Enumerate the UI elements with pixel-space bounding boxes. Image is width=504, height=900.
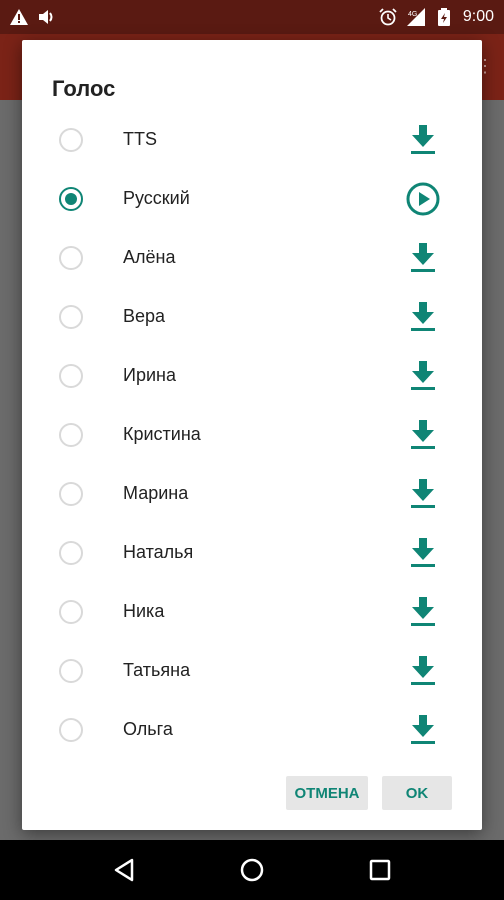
svg-text:4G: 4G — [408, 11, 417, 18]
voice-label: Марина — [123, 483, 189, 503]
radio-button[interactable] — [59, 363, 83, 388]
radio-button[interactable] — [59, 245, 83, 270]
voice-label: Татьяна — [123, 660, 191, 680]
voice-row-kristina[interactable]: Кристина — [22, 405, 482, 464]
radio-button[interactable] — [59, 422, 83, 447]
download-icon[interactable] — [405, 653, 441, 689]
battery-icon — [435, 8, 453, 26]
recents-icon[interactable] — [360, 850, 400, 890]
status-time: 9:00 — [462, 8, 494, 25]
download-icon[interactable] — [405, 712, 441, 748]
radio-button[interactable] — [59, 717, 83, 742]
voice-label: TTS — [123, 129, 157, 149]
download-icon[interactable] — [405, 358, 441, 394]
radio-button[interactable] — [59, 658, 83, 683]
voice-label: Русский — [123, 188, 190, 208]
download-icon[interactable] — [405, 417, 441, 453]
voice-row-olga[interactable]: Ольга — [22, 700, 482, 759]
navigation-bar — [0, 840, 504, 900]
radio-button[interactable] — [59, 540, 83, 565]
radio-button[interactable] — [59, 304, 83, 329]
voice-label: Вера — [123, 306, 166, 326]
voice-label: Алёна — [123, 247, 176, 267]
warning-icon — [10, 8, 28, 26]
voice-row-alena[interactable]: Алёна — [22, 228, 482, 287]
download-icon[interactable] — [405, 535, 441, 571]
voice-row-irina[interactable]: Ирина — [22, 346, 482, 405]
voice-label: Наталья — [123, 542, 194, 562]
radio-button[interactable] — [59, 599, 83, 624]
voice-row-marina[interactable]: Марина — [22, 464, 482, 523]
radio-button[interactable] — [59, 127, 83, 152]
voice-row-nika[interactable]: Ника — [22, 582, 482, 641]
voice-label: Ника — [123, 601, 165, 621]
download-icon[interactable] — [405, 299, 441, 335]
voice-row-tatyana[interactable]: Татьяна — [22, 641, 482, 700]
voice-list: TTS Русский Алёна Вера Ирина Кристина Ма… — [22, 110, 482, 759]
home-icon[interactable] — [232, 850, 272, 890]
voice-dialog: Голос TTS Русский Алёна Вера Ирина Крист… — [22, 40, 482, 830]
back-icon[interactable] — [104, 850, 144, 890]
voice-label: Ирина — [123, 365, 176, 385]
download-icon[interactable] — [405, 476, 441, 512]
voice-label: Кристина — [123, 424, 201, 444]
download-icon[interactable] — [405, 594, 441, 630]
status-right: 4G 9:00 — [379, 8, 494, 26]
alarm-icon — [379, 8, 397, 26]
voice-row-vera[interactable]: Вера — [22, 287, 482, 346]
play-icon[interactable] — [405, 181, 441, 217]
voice-row-natalya[interactable]: Наталья — [22, 523, 482, 582]
network-4g-icon: 4G — [406, 8, 425, 26]
cancel-button[interactable]: ОТМЕНА — [286, 776, 368, 810]
voice-row-russian[interactable]: Русский — [22, 169, 482, 228]
voice-row-tts[interactable]: TTS — [22, 110, 482, 169]
radio-button[interactable] — [59, 481, 83, 506]
voice-label: Ольга — [123, 719, 173, 739]
status-bar: 4G 9:00 — [0, 0, 504, 34]
ok-button[interactable]: OK — [382, 776, 452, 810]
dialog-title: Голос — [52, 76, 116, 101]
status-left — [10, 8, 56, 26]
volume-icon — [38, 8, 56, 26]
download-icon[interactable] — [405, 240, 441, 276]
radio-button-selected[interactable] — [59, 186, 83, 211]
download-icon[interactable] — [405, 122, 441, 158]
